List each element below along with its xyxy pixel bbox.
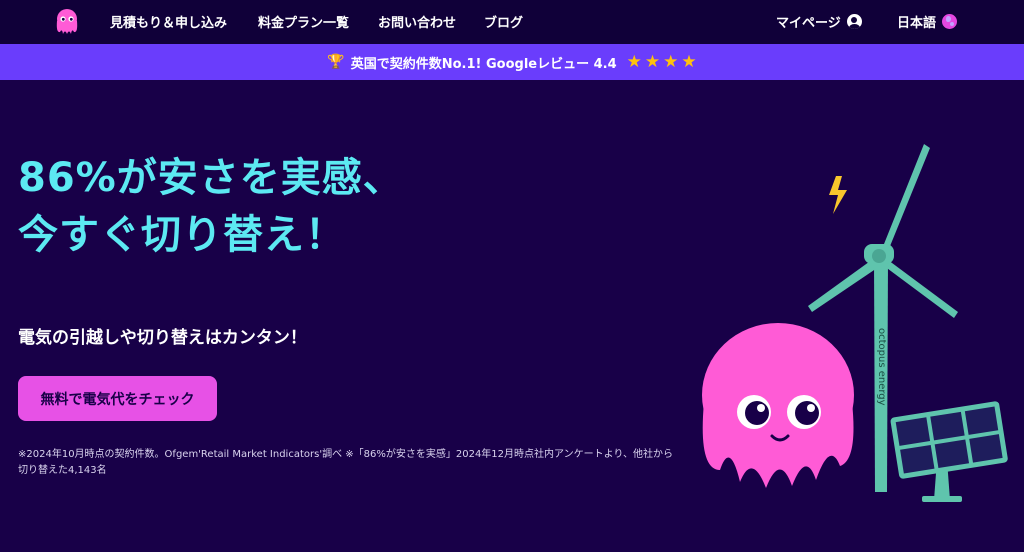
octopus-logo-icon[interactable] bbox=[52, 7, 82, 37]
globe-icon bbox=[942, 14, 958, 29]
solar-panel bbox=[890, 401, 1008, 479]
octopus-mascot bbox=[702, 323, 854, 488]
star-icon: ★ bbox=[644, 51, 661, 72]
language-label: 日本語 bbox=[897, 16, 937, 31]
solar-panel-base bbox=[922, 496, 962, 502]
promo-text: 英国で契約件数No.1! Googleレビュー 4.4 bbox=[350, 56, 617, 72]
top-navigation: 見積もり＆申し込み 料金プラン一覧 お問い合わせ ブログ マイページ 日本語 bbox=[0, 0, 1024, 44]
check-price-button[interactable]: 無料で電気代をチェック bbox=[18, 376, 217, 421]
star-icon: ★ bbox=[626, 51, 642, 72]
mypage-link[interactable]: マイページ bbox=[776, 12, 862, 31]
lightning-icon bbox=[829, 176, 847, 214]
mypage-label: マイページ bbox=[776, 16, 841, 31]
hero-headline: 86%が安さを実感、 今すぐ切り替え！ bbox=[18, 150, 404, 264]
nav-link-blog[interactable]: ブログ bbox=[484, 12, 523, 31]
hero-footnote: ※2024年10月時点の契約件数。Ofgem'Retail Market Ind… bbox=[18, 449, 674, 476]
hero-headline-line-2: 今すぐ切り替え！ bbox=[18, 212, 346, 258]
nav-link-contact[interactable]: お問い合わせ bbox=[378, 12, 456, 31]
octopus-wind-turbine-illustration: octopus energy bbox=[702, 144, 1008, 502]
hero-subheadline: 電気の引越しや切り替えはカンタン！ bbox=[18, 328, 307, 348]
wind-turbine-blade bbox=[880, 144, 930, 256]
wind-turbine-hub bbox=[872, 249, 886, 263]
language-selector[interactable]: 日本語 bbox=[897, 12, 958, 31]
trophy-icon: 🏆 bbox=[327, 54, 345, 70]
star-icon: ★ bbox=[663, 51, 679, 72]
user-icon bbox=[846, 14, 862, 29]
nav-link-plans[interactable]: 料金プラン一覧 bbox=[258, 12, 349, 31]
nav-link-quote[interactable]: 見積もり＆申し込み bbox=[110, 12, 227, 31]
star-icon: ★ bbox=[681, 51, 697, 72]
promo-banner[interactable]: 🏆 英国で契約件数No.1! Googleレビュー 4.4 ★ ★ ★ ★ bbox=[0, 44, 1024, 80]
hero-headline-line-1: 86%が安さを実感、 bbox=[18, 155, 404, 201]
turbine-brand-label: octopus energy bbox=[876, 328, 887, 406]
rating-stars: ★ ★ ★ ★ bbox=[626, 51, 697, 72]
